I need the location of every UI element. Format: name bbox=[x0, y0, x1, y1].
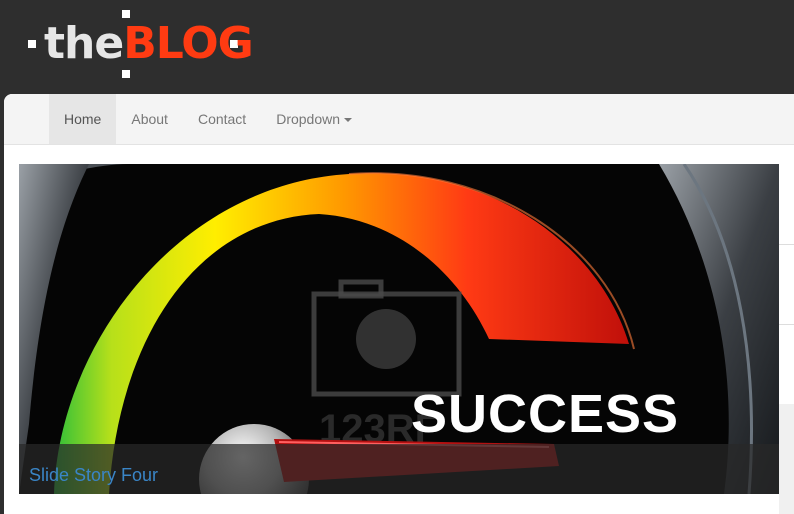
site-logo[interactable]: theBLOG bbox=[26, 8, 254, 80]
nav-item-contact[interactable]: Contact bbox=[183, 94, 261, 144]
site-header: theBLOG bbox=[0, 0, 794, 94]
slide-caption-link[interactable]: Slide Story Four bbox=[29, 465, 158, 486]
caret-down-icon bbox=[344, 118, 353, 123]
logo-prefix: the bbox=[44, 18, 124, 69]
nav-item-home[interactable]: Home bbox=[49, 94, 117, 144]
dropdown-label: Dropdown bbox=[276, 111, 341, 127]
page-container: Home About Contact Dropdown 123RF SUCCES… bbox=[4, 94, 794, 514]
navbar: Home About Contact Dropdown bbox=[4, 94, 794, 145]
logo-brand: BLOG bbox=[123, 18, 254, 69]
carousel[interactable]: 123RF SUCCESS Slide Story Four bbox=[19, 164, 779, 494]
nav-menu: Home About Contact Dropdown bbox=[49, 94, 367, 144]
sidebar-edge bbox=[779, 164, 794, 514]
sidebar-block bbox=[779, 404, 794, 514]
logo-dot-top bbox=[122, 10, 130, 18]
divider bbox=[779, 244, 794, 245]
logo-dot-bottom bbox=[122, 70, 130, 78]
nav-item-about[interactable]: About bbox=[116, 94, 183, 144]
slide-image-text: SUCCESS bbox=[411, 384, 680, 444]
nav-item-dropdown[interactable]: Dropdown bbox=[261, 94, 367, 144]
logo-dot-left bbox=[28, 40, 36, 48]
logo-text: theBLOG bbox=[44, 18, 254, 70]
divider bbox=[779, 324, 794, 325]
